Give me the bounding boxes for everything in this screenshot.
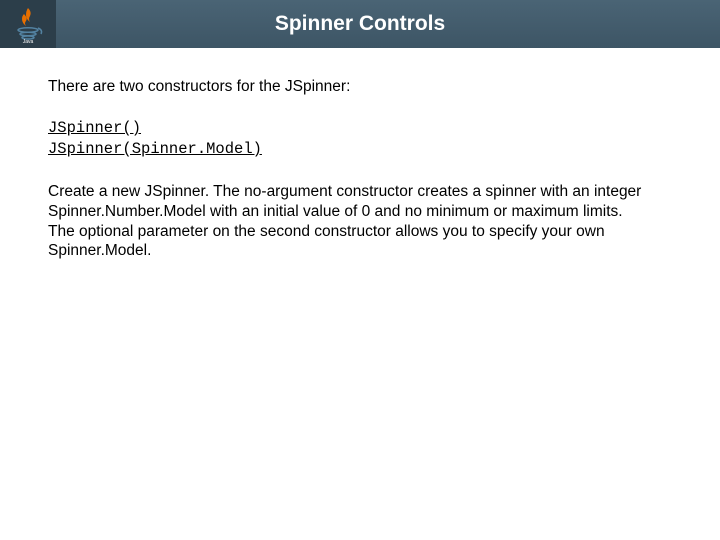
slide-title: Spinner Controls: [56, 12, 720, 36]
svg-text:Java: Java: [23, 39, 34, 44]
code-line: JSpinner(): [48, 118, 672, 139]
code-line: JSpinner(Spinner.Model): [48, 139, 672, 160]
intro-text: There are two constructors for the JSpin…: [48, 78, 672, 96]
constructor-list: JSpinner() JSpinner(Spinner.Model): [48, 118, 672, 160]
slide-content: There are two constructors for the JSpin…: [0, 48, 720, 261]
description-text: Create a new JSpinner. The no-argument c…: [48, 182, 648, 261]
java-logo: Java: [0, 0, 56, 48]
java-logo-icon: Java: [8, 4, 48, 44]
slide-header: Java Spinner Controls: [0, 0, 720, 48]
